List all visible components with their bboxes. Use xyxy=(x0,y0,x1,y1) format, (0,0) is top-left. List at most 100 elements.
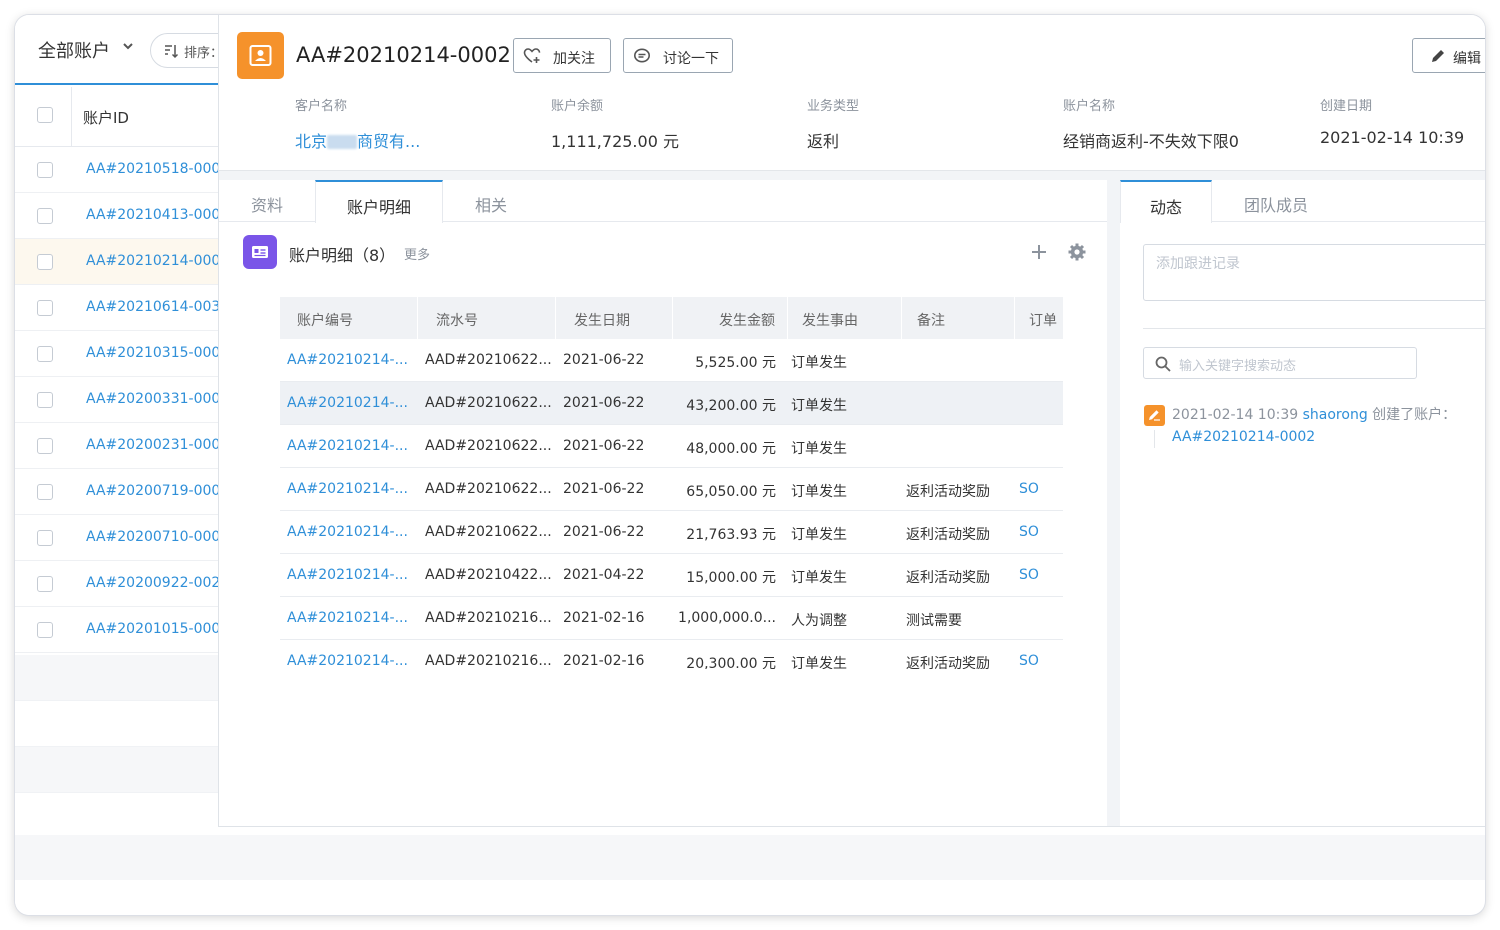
column-divider xyxy=(71,87,72,147)
activity-search-input[interactable]: 输入关键字搜索动态 xyxy=(1143,347,1417,379)
column-header-serial-no[interactable]: 流水号 xyxy=(418,297,556,339)
search-placeholder: 输入关键字搜索动态 xyxy=(1179,359,1297,374)
cell-account-no[interactable]: AA#20210214-... xyxy=(287,653,415,669)
table-row[interactable]: AA#20210214-... AAD#20210216... 2021-02-… xyxy=(280,640,1063,669)
customer-label: 客户名称 xyxy=(295,99,348,114)
tab-activity[interactable]: 动态 xyxy=(1120,180,1212,223)
list-item[interactable]: AA#20210413-0002 xyxy=(15,193,219,239)
cell-date: 2021-06-22 xyxy=(563,438,645,454)
list-item[interactable]: AA#20210518-0009 xyxy=(15,147,219,193)
row-checkbox[interactable] xyxy=(37,254,53,270)
empty-row xyxy=(15,793,219,839)
cell-account-no[interactable]: AA#20210214-... xyxy=(287,524,415,540)
table-row[interactable]: AA#20210214-... AAD#20210216... 2021-02-… xyxy=(280,597,1063,640)
search-icon xyxy=(1155,356,1171,372)
list-item[interactable]: AA#20200719-0002 xyxy=(15,469,219,515)
row-checkbox[interactable] xyxy=(37,484,53,500)
table-row[interactable]: AA#20210214-... AAD#20210422... 2021-04-… xyxy=(280,554,1063,597)
customer-link[interactable]: 北京 商贸有... xyxy=(295,128,420,152)
cell-account-no[interactable]: AA#20210214-... xyxy=(287,438,415,454)
cell-account-no[interactable]: AA#20210214-... xyxy=(287,352,415,368)
account-id-link[interactable]: AA#20210614-0030 xyxy=(86,299,219,315)
column-header-order[interactable]: 订单 xyxy=(1015,297,1063,339)
list-item[interactable]: AA#20200331-0004 xyxy=(15,377,219,423)
account-id-link[interactable]: AA#20200231-0002 xyxy=(86,437,219,453)
account-id-link[interactable]: AA#20201015-0005 xyxy=(86,621,219,637)
cell-remark: 返利活动奖励 xyxy=(906,570,990,586)
tab-profile[interactable]: 资料 xyxy=(219,180,315,222)
column-header-amount[interactable]: 发生金额 xyxy=(673,297,788,339)
cell-date: 2021-02-16 xyxy=(563,610,645,626)
row-checkbox[interactable] xyxy=(37,622,53,638)
table-row[interactable]: AA#20210214-... AAD#20210622... 2021-06-… xyxy=(280,468,1063,511)
tab-account-details[interactable]: 账户明细 xyxy=(315,180,443,223)
row-checkbox[interactable] xyxy=(37,346,53,362)
follow-up-note-input[interactable]: 添加跟进记录 xyxy=(1143,244,1485,301)
cell-date: 2021-06-22 xyxy=(563,524,645,540)
list-item[interactable]: AA#20210315-0003 xyxy=(15,331,219,377)
column-header-account-id[interactable]: 账户ID xyxy=(83,107,129,128)
table-row[interactable]: AA#20210214-... AAD#20210622... 2021-06-… xyxy=(280,339,1063,382)
list-item[interactable]: AA#20200710-0002 xyxy=(15,515,219,561)
section-more-link[interactable]: 更多 xyxy=(404,244,430,263)
table-row[interactable]: AA#20210214-... AAD#20210622... 2021-06-… xyxy=(280,511,1063,554)
tab-team-members[interactable]: 团队成员 xyxy=(1212,180,1340,222)
activity-user-link[interactable]: shaorong xyxy=(1303,407,1368,423)
column-header-date[interactable]: 发生日期 xyxy=(556,297,673,339)
account-id-link[interactable]: AA#20210518-0009 xyxy=(86,161,219,177)
cell-account-no[interactable]: AA#20210214-... xyxy=(287,567,415,583)
table-row[interactable]: AA#20210214-... AAD#20210622... 2021-06-… xyxy=(280,425,1063,468)
list-item-selected[interactable]: AA#20210214-0002 xyxy=(15,239,219,285)
column-header-reason[interactable]: 发生事由 xyxy=(788,297,902,339)
balance-value: 1,111,725.00 元 xyxy=(551,132,679,151)
cell-date: 2021-06-22 xyxy=(563,395,645,411)
account-id-link[interactable]: AA#20210315-0003 xyxy=(86,345,219,361)
chevron-down-icon[interactable] xyxy=(121,39,135,53)
plus-icon[interactable] xyxy=(1029,242,1049,262)
cell-order[interactable]: SO xyxy=(1019,567,1059,583)
list-item[interactable]: AA#20201015-0005 xyxy=(15,607,219,653)
view-selector-label[interactable]: 全部账户 xyxy=(38,37,110,63)
cell-serial-no: AAD#20210216... xyxy=(425,610,552,626)
list-column-header: 账户ID xyxy=(15,87,219,147)
list-item[interactable]: AA#20200922-0022 xyxy=(15,561,219,607)
account-id-link[interactable]: AA#20200710-0002 xyxy=(86,529,219,545)
list-item[interactable]: AA#20200231-0002 xyxy=(15,423,219,469)
column-header-account-no[interactable]: 账户编号 xyxy=(280,297,418,339)
activity-tabbar: 动态 团队成员 xyxy=(1120,180,1485,223)
account-id-link[interactable]: AA#20210413-0002 xyxy=(86,207,219,223)
column-header-remark[interactable]: 备注 xyxy=(902,297,1015,339)
cell-order[interactable]: SO xyxy=(1019,653,1059,669)
list-item[interactable]: AA#20210614-0030 xyxy=(15,285,219,331)
row-checkbox[interactable] xyxy=(37,438,53,454)
cell-order[interactable]: SO xyxy=(1019,481,1059,497)
account-id-link[interactable]: AA#20200922-0022 xyxy=(86,575,219,591)
activity-target-link[interactable]: AA#20210214-0002 xyxy=(1172,429,1315,445)
id-card-icon xyxy=(252,246,268,258)
account-id-link[interactable]: AA#20200719-0002 xyxy=(86,483,219,499)
sort-button[interactable]: 排序： xyxy=(150,33,219,68)
cell-account-no[interactable]: AA#20210214-... xyxy=(287,481,415,497)
row-checkbox[interactable] xyxy=(37,162,53,178)
table-row[interactable]: AA#20210214-... AAD#20210622... 2021-06-… xyxy=(280,382,1063,425)
select-all-checkbox[interactable] xyxy=(37,107,53,123)
account-id-link[interactable]: AA#20200331-0004 xyxy=(86,391,219,407)
cell-remark: 返利活动奖励 xyxy=(906,527,990,543)
account-id-link[interactable]: AA#20210214-0002 xyxy=(86,253,219,269)
row-checkbox[interactable] xyxy=(37,392,53,408)
edit-button[interactable]: 编辑 xyxy=(1412,38,1485,73)
cell-account-no[interactable]: AA#20210214-... xyxy=(287,395,415,411)
row-checkbox[interactable] xyxy=(37,530,53,546)
row-checkbox[interactable] xyxy=(37,300,53,316)
discuss-button[interactable]: 讨论一下 xyxy=(623,38,733,73)
row-checkbox[interactable] xyxy=(37,576,53,592)
note-placeholder: 添加跟进记录 xyxy=(1156,256,1240,272)
cell-reason: 订单发生 xyxy=(791,398,847,414)
follow-button[interactable]: 加关注 xyxy=(513,38,611,73)
row-checkbox[interactable] xyxy=(37,208,53,224)
cell-order[interactable]: SO xyxy=(1019,524,1059,540)
gear-icon[interactable] xyxy=(1067,242,1087,262)
cell-account-no[interactable]: AA#20210214-... xyxy=(287,610,415,626)
cell-serial-no: AAD#20210622... xyxy=(425,481,552,497)
tab-related[interactable]: 相关 xyxy=(443,180,539,222)
